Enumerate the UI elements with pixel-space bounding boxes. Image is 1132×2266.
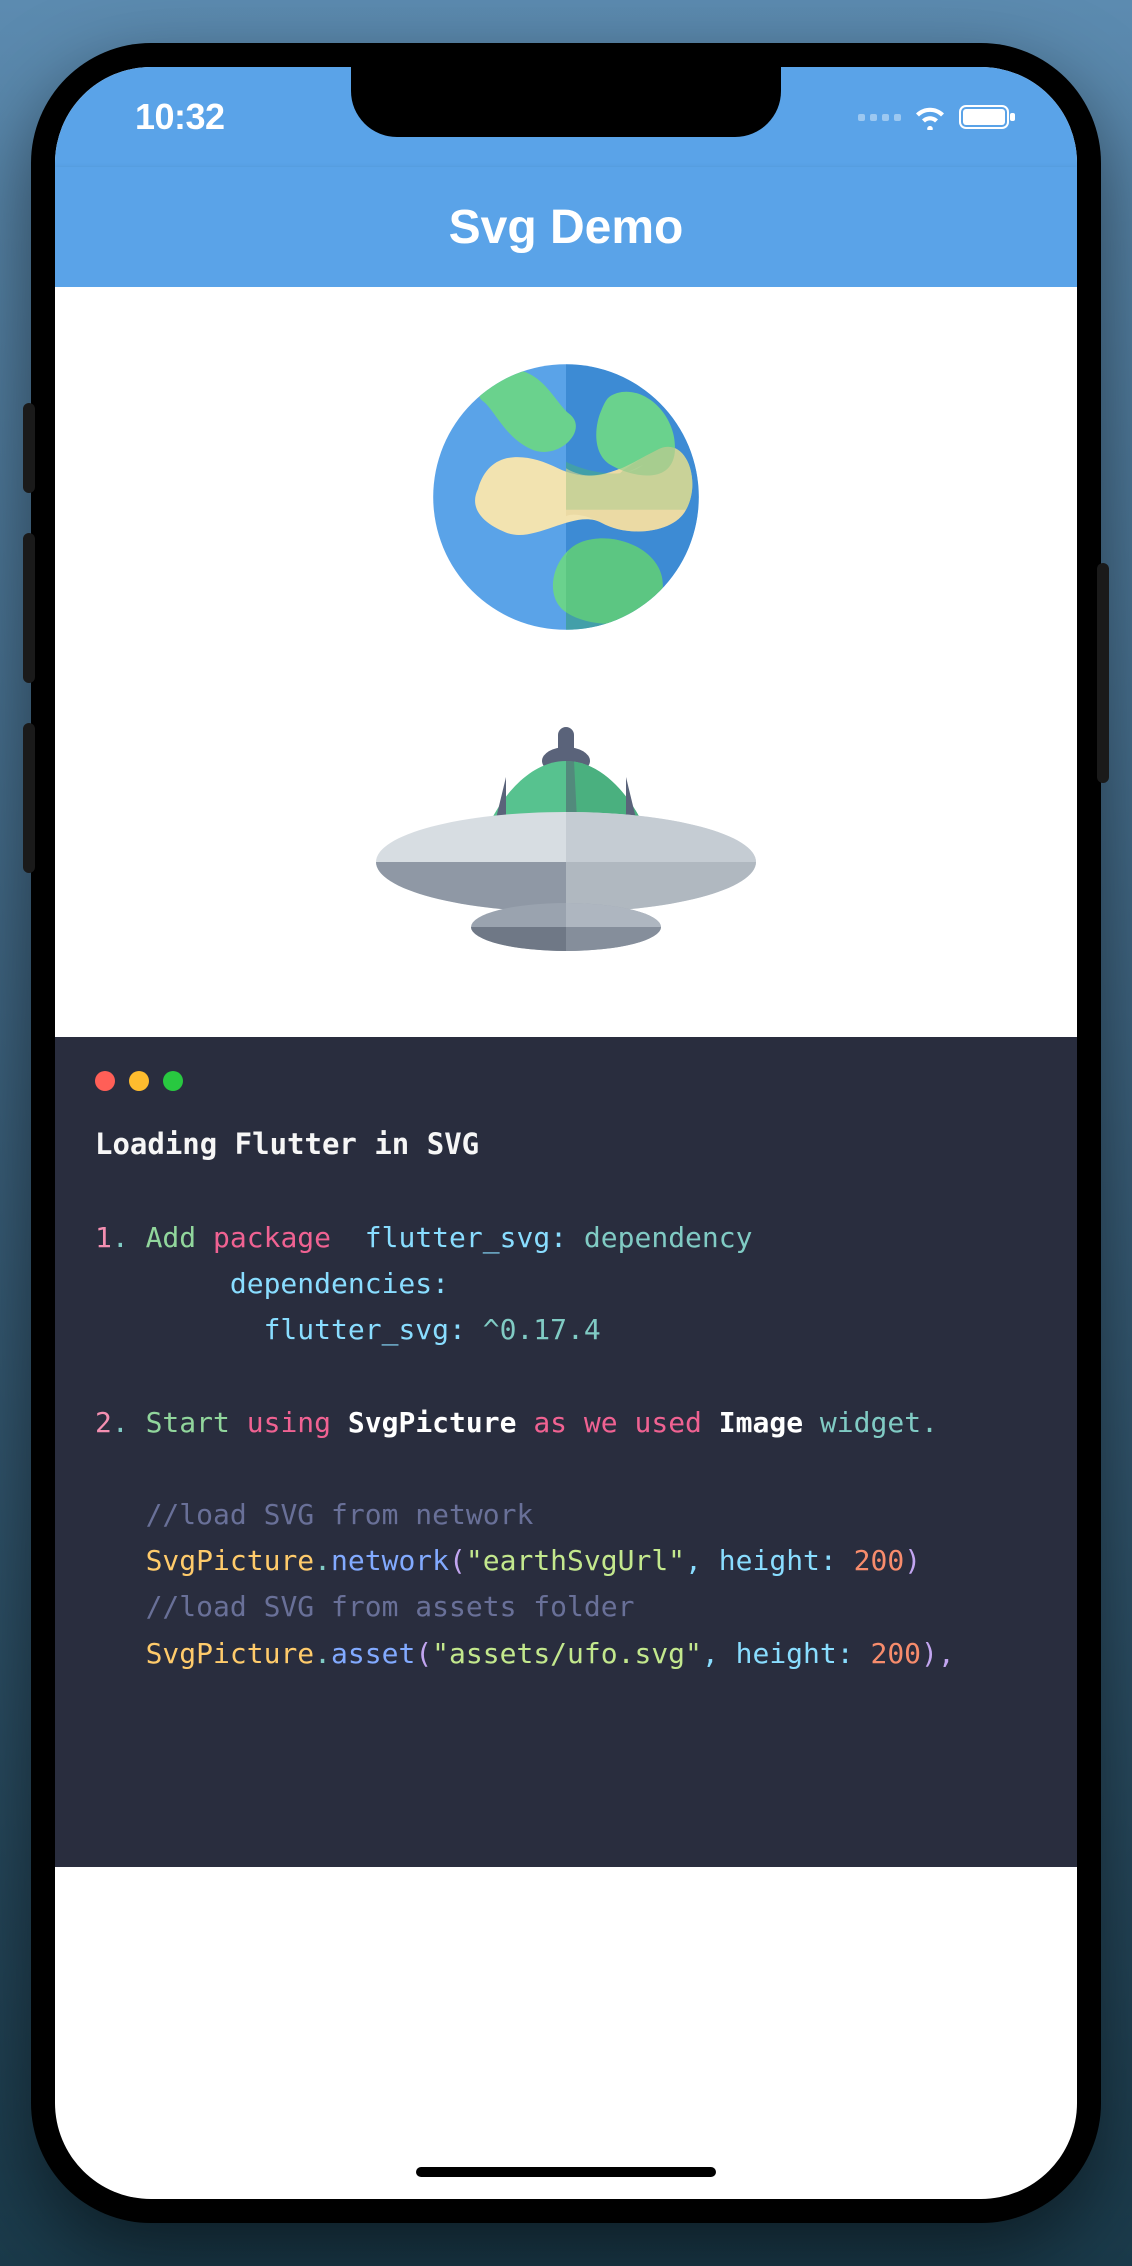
code-line-1: 1. Add package flutter_svg: dependency — [95, 1215, 1037, 1261]
app-bar: Svg Demo — [55, 167, 1077, 287]
phone-frame: 10:32 Svg Demo — [31, 43, 1101, 2223]
window-traffic-lights — [95, 1071, 1037, 1091]
ufo-icon — [356, 717, 776, 977]
earth-image — [55, 287, 1077, 677]
zoom-icon[interactable] — [163, 1071, 183, 1091]
blank-line — [95, 1353, 1037, 1399]
status-time: 10:32 — [135, 96, 225, 138]
battery-icon — [959, 104, 1017, 130]
wifi-icon — [913, 104, 947, 130]
side-button — [23, 533, 35, 683]
code-line-4: 2. Start using SvgPicture as we used Ima… — [95, 1400, 1037, 1446]
code-line-2: dependencies: — [95, 1261, 1037, 1307]
code-comment-1: //load SVG from network — [95, 1492, 1037, 1538]
code-line-6: SvgPicture.asset("assets/ufo.svg", heigh… — [95, 1631, 1037, 1677]
code-panel[interactable]: Loading Flutter in SVG 1. Add package fl… — [55, 1037, 1077, 1867]
ufo-image — [55, 677, 1077, 1037]
close-icon[interactable] — [95, 1071, 115, 1091]
content[interactable]: Loading Flutter in SVG 1. Add package fl… — [55, 287, 1077, 1867]
side-button — [23, 723, 35, 873]
side-button — [23, 403, 35, 493]
code-line-3: flutter_svg: ^0.17.4 — [95, 1307, 1037, 1353]
home-indicator[interactable] — [416, 2167, 716, 2177]
cell-dots-icon — [858, 114, 901, 121]
code-line-5: SvgPicture.network("earthSvgUrl", height… — [95, 1538, 1037, 1584]
code-comment-2: //load SVG from assets folder — [95, 1584, 1037, 1630]
blank-line — [95, 1446, 1037, 1492]
code-title: Loading Flutter in SVG — [95, 1121, 1037, 1169]
notch — [351, 67, 781, 137]
status-right — [858, 104, 1017, 130]
earth-icon — [406, 337, 726, 657]
app-title: Svg Demo — [449, 200, 684, 255]
minimize-icon[interactable] — [129, 1071, 149, 1091]
side-button — [1097, 563, 1109, 783]
screen: 10:32 Svg Demo — [55, 67, 1077, 2199]
